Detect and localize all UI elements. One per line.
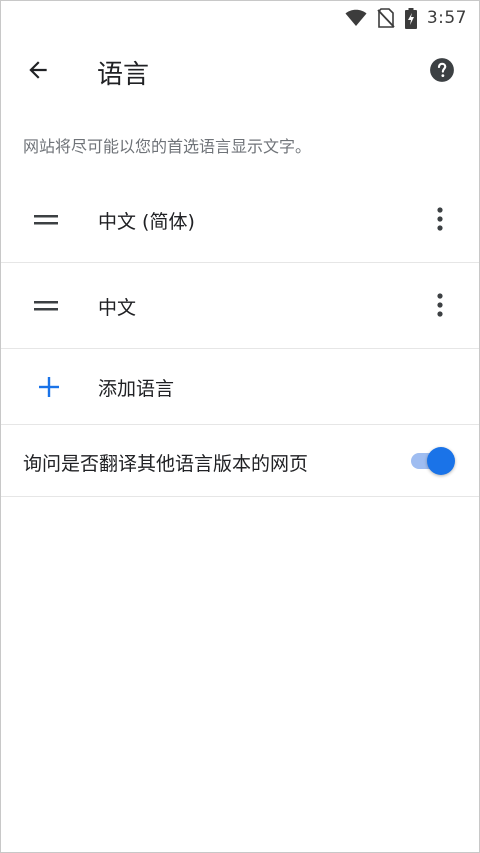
add-language-label: 添加语言: [98, 378, 175, 400]
battery-charging-icon: [404, 7, 417, 29]
help-button[interactable]: [419, 49, 465, 95]
plus-icon: [35, 373, 63, 401]
status-bar: 3:57: [1, 1, 479, 35]
language-row[interactable]: 中文: [1, 263, 479, 349]
back-button[interactable]: [15, 49, 61, 95]
language-row[interactable]: 中文 (简体): [1, 177, 479, 263]
translate-offer-toggle[interactable]: [411, 447, 455, 475]
language-label: 中文 (简体): [98, 211, 195, 233]
translate-offer-row[interactable]: 询问是否翻译其他语言版本的网页: [1, 425, 479, 497]
more-options-button[interactable]: [417, 198, 463, 244]
description-text: 网站将尽可能以您的首选语言显示文字。: [23, 137, 312, 156]
page-title: 语言: [97, 60, 150, 90]
status-time: 3:57: [426, 8, 467, 28]
language-label: 中文: [98, 297, 137, 319]
help-circle-icon: [429, 57, 455, 87]
add-language-button[interactable]: 添加语言: [1, 349, 479, 425]
arrow-back-icon: [25, 57, 51, 87]
no-sim-icon: [377, 8, 395, 28]
language-settings-screen: 3:57 语言 网站将尽可能以您的首选语言显示文字。 中文 (简体) 中文 添加…: [0, 0, 480, 853]
translate-offer-label: 询问是否翻译其他语言版本的网页: [23, 453, 309, 475]
drag-handle-icon[interactable]: [23, 207, 69, 233]
drag-handle-icon[interactable]: [23, 293, 69, 319]
more-vert-icon: [437, 293, 443, 321]
more-options-button[interactable]: [417, 284, 463, 330]
wifi-icon: [345, 9, 367, 27]
more-vert-icon: [437, 207, 443, 235]
toolbar: 语言: [1, 35, 479, 107]
toggle-thumb: [427, 447, 455, 475]
